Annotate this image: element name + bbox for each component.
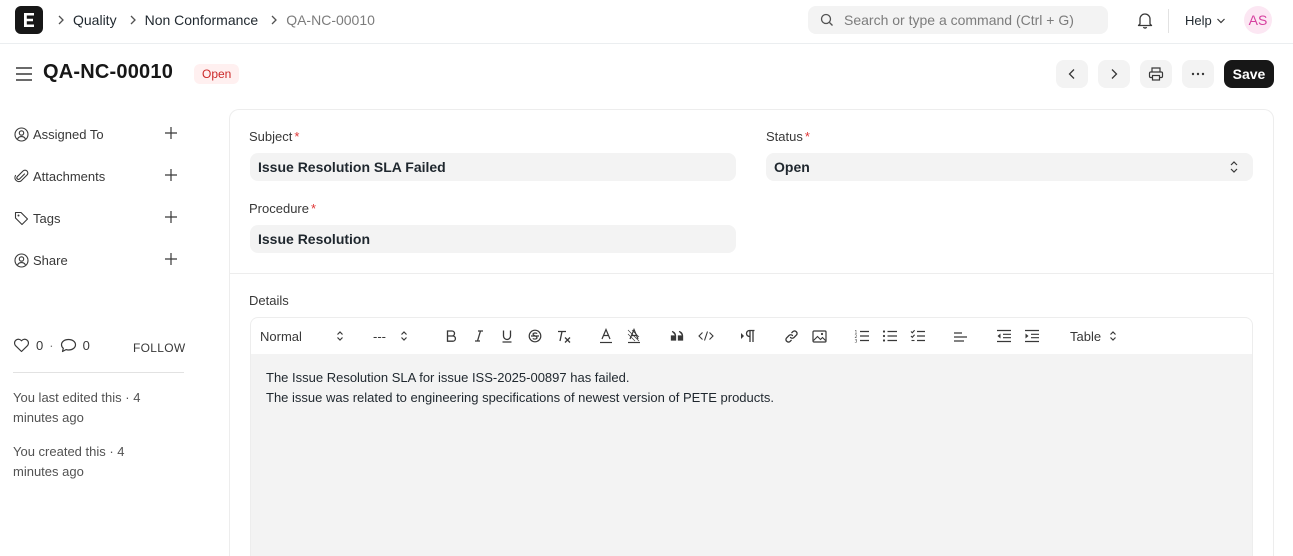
erpnext-logo-icon [24, 13, 34, 27]
sidebar-toggle-icon[interactable] [15, 66, 33, 85]
navbar-divider [1168, 9, 1169, 33]
format-select-value: Normal [260, 328, 302, 344]
chevron-right-icon [129, 15, 137, 25]
size-select[interactable]: --- [373, 326, 408, 346]
help-dropdown[interactable]: Help [1185, 13, 1226, 28]
activity-last-edited: You last edited this · 4 minutes ago [13, 390, 141, 425]
subject-field[interactable]: Issue Resolution SLA Failed [250, 153, 736, 181]
save-button[interactable]: Save [1224, 60, 1274, 88]
user-avatar[interactable]: AS [1244, 6, 1272, 34]
chevron-down-icon [1216, 18, 1225, 23]
font-color-icon[interactable] [599, 326, 613, 346]
sidebar-item-label: Assigned To [33, 126, 104, 142]
procedure-label: Procedure * [249, 201, 317, 216]
tag-icon [14, 211, 29, 225]
subject-label: Subject * [249, 129, 300, 144]
sidebar-item-attachments[interactable]: Attachments [14, 166, 182, 186]
text-direction-icon[interactable] [740, 326, 756, 346]
image-icon[interactable] [812, 326, 827, 346]
search-icon [820, 13, 833, 26]
select-arrows-icon [1110, 331, 1117, 341]
sidebar-divider [13, 372, 184, 373]
activity-created: You created this · 4 minutes ago [13, 444, 125, 479]
next-doc-button[interactable] [1098, 60, 1130, 88]
sidebar-item-label: Attachments [33, 168, 106, 184]
notification-bell-icon[interactable] [1137, 11, 1153, 32]
help-label: Help [1185, 13, 1212, 28]
status-select-value: Open [774, 159, 810, 175]
page-title: QA-NC-00010 [43, 61, 174, 83]
select-arrows-icon [401, 331, 407, 341]
user-assign-icon [14, 126, 29, 142]
table-select-value: Table [1070, 328, 1102, 344]
bullet-list-icon[interactable] [882, 326, 898, 346]
blockquote-icon[interactable] [670, 326, 684, 346]
chevron-left-icon [1068, 69, 1075, 79]
procedure-field[interactable]: Issue Resolution [250, 225, 736, 253]
app-logo[interactable] [15, 6, 43, 34]
more-actions-button[interactable] [1182, 60, 1214, 88]
select-arrows-icon [1230, 161, 1238, 173]
breadcrumb: Quality Non Conformance QA-NC-00010 [57, 12, 387, 28]
clear-format-icon[interactable] [556, 326, 572, 346]
sidebar-item-tags[interactable]: Tags [14, 208, 182, 228]
heart-icon[interactable] [13, 338, 30, 353]
separator-dot: · [49, 338, 54, 353]
breadcrumb-quality[interactable]: Quality [73, 12, 117, 28]
align-left-icon[interactable] [953, 326, 969, 346]
likes-count: 0 [36, 338, 44, 353]
bold-icon[interactable] [444, 326, 458, 346]
status-badge: Open [194, 64, 240, 84]
code-block-icon[interactable] [698, 326, 714, 346]
italic-icon[interactable] [472, 326, 486, 346]
printer-icon [1148, 67, 1164, 81]
check-list-icon[interactable] [910, 326, 926, 346]
navbar: Quality Non Conformance QA-NC-00010 Help… [0, 0, 1293, 44]
outdent-icon[interactable] [996, 326, 1012, 346]
status-label: Status * [766, 129, 810, 144]
plus-icon[interactable] [164, 210, 178, 227]
select-arrows-icon [336, 331, 343, 341]
comments-count: 0 [82, 338, 90, 353]
breadcrumb-non-conformance[interactable]: Non Conformance [145, 12, 259, 28]
link-icon[interactable] [784, 326, 799, 346]
chevron-right-icon [270, 15, 278, 25]
chevron-right-icon [1111, 69, 1118, 79]
underline-icon[interactable] [500, 326, 514, 346]
awesomebar[interactable] [808, 6, 1108, 34]
breadcrumb-current[interactable]: QA-NC-00010 [286, 12, 375, 28]
plus-icon[interactable] [164, 252, 178, 269]
indent-icon[interactable] [1024, 326, 1040, 346]
chevron-right-icon [57, 15, 65, 25]
format-select[interactable]: Normal [260, 326, 344, 346]
details-line: The Issue Resolution SLA for issue ISS-2… [266, 370, 630, 385]
svg-text:3: 3 [855, 339, 858, 344]
sidebar-item-label: Tags [33, 210, 61, 226]
section-divider [230, 273, 1273, 274]
editor-toolbar: Normal --- 123 Table [250, 317, 1253, 355]
sidebar-item-label: Share [33, 252, 68, 268]
ordered-list-icon[interactable]: 123 [854, 326, 870, 346]
follow-button[interactable]: FOLLOW [133, 341, 185, 355]
table-select[interactable]: Table [1070, 326, 1117, 346]
sidebar-item-assigned-to[interactable]: Assigned To [14, 124, 182, 144]
details-editor[interactable]: The Issue Resolution SLA for issue ISS-2… [250, 354, 1253, 556]
plus-icon[interactable] [164, 126, 178, 143]
background-color-icon[interactable] [627, 326, 641, 346]
strikethrough-icon[interactable] [528, 326, 542, 346]
status-select[interactable]: Open [766, 153, 1253, 181]
search-input[interactable] [844, 12, 1094, 28]
sidebar-item-share[interactable]: Share [14, 250, 182, 270]
comment-icon[interactable] [60, 338, 77, 353]
details-label: Details [249, 293, 289, 308]
share-user-icon [14, 252, 29, 268]
plus-icon[interactable] [164, 168, 178, 185]
more-horizontal-icon [1191, 72, 1205, 76]
size-select-value: --- [373, 328, 386, 344]
previous-doc-button[interactable] [1056, 60, 1088, 88]
details-line: The issue was related to engineering spe… [266, 390, 774, 405]
print-button[interactable] [1140, 60, 1172, 88]
paperclip-icon [14, 169, 29, 182]
